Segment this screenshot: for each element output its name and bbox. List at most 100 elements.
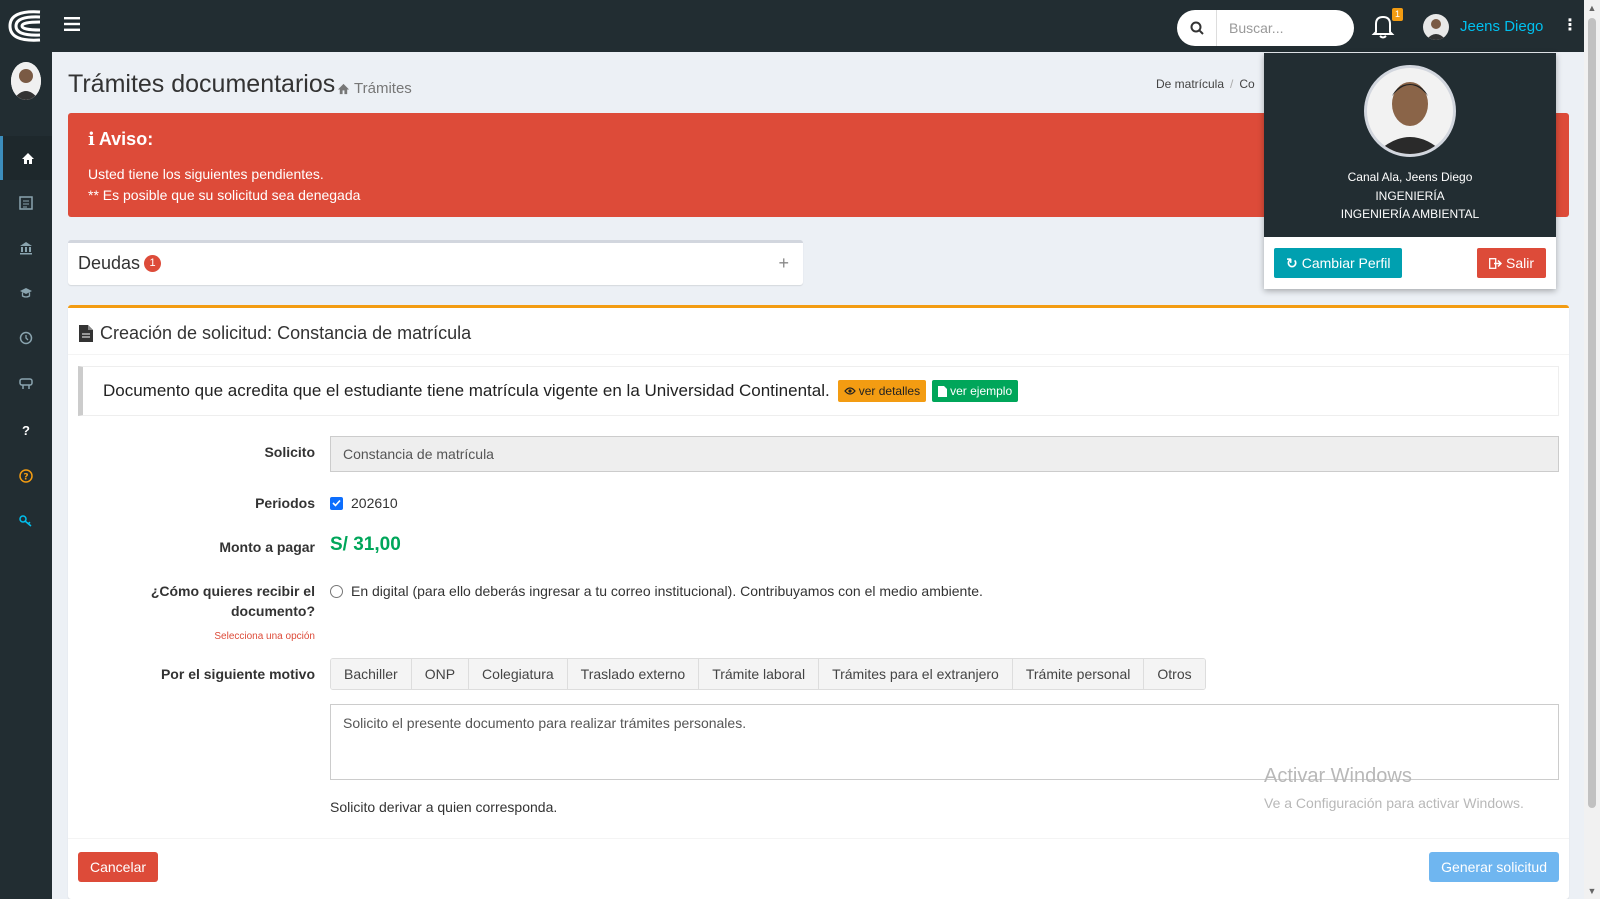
motivo-button[interactable]: Traslado externo — [567, 659, 700, 689]
ver-ejemplo-label: ver ejemplo — [950, 384, 1013, 398]
bank-icon — [20, 242, 32, 255]
search-icon[interactable] — [1177, 10, 1217, 46]
aviso-title-text: Aviso: — [98, 129, 154, 149]
key-icon — [19, 515, 32, 527]
scroll-up-icon[interactable]: ▲ — [1587, 3, 1597, 13]
salir-label: Salir — [1505, 255, 1534, 271]
sidebar-item-faq[interactable]: ? — [0, 408, 52, 452]
motivo-button[interactable]: Trámites para el extranjero — [819, 659, 1013, 689]
selecciona-opcion-error: Selecciona una opción — [214, 631, 315, 642]
profile-faculty: INGENIERÍA — [1375, 189, 1445, 203]
salir-button[interactable]: Salir — [1476, 248, 1546, 278]
divider — [68, 838, 1569, 839]
search-box — [1177, 10, 1354, 46]
document-icon — [79, 324, 93, 342]
solicito-label: Solicito — [264, 444, 315, 460]
top-navbar: 1 Jeens Diego ⋮ — [0, 0, 1584, 52]
scroll-down-icon[interactable]: ▼ — [1587, 886, 1597, 896]
history-icon — [19, 331, 33, 345]
grades-icon — [19, 196, 33, 210]
motivo-button-group: Bachiller ONP Colegiatura Traslado exter… — [330, 658, 1206, 690]
svg-text:?: ? — [23, 473, 28, 483]
derivar-text: Solicito derivar a quien corresponda. — [330, 799, 558, 815]
profile-dropdown: Canal Ala, Jeens Diego INGENIERÍA INGENI… — [1264, 53, 1556, 289]
breadcrumb-item[interactable]: De matrícula — [1156, 77, 1224, 91]
ver-detalles-label: ver detalles — [858, 384, 921, 398]
entrega-digital-option: En digital (para ello deberás ingresar a… — [330, 583, 983, 599]
monto-value: S/ 31,00 — [330, 534, 401, 555]
notifications-count-badge: 1 — [1392, 8, 1403, 21]
profile-header: Canal Ala, Jeens Diego INGENIERÍA INGENI… — [1264, 53, 1556, 237]
info-icon: i — [88, 129, 95, 150]
expand-plus-icon[interactable]: + — [778, 253, 789, 274]
solicito-field: Constancia de matrícula — [330, 436, 1559, 472]
periodo-checkbox[interactable] — [330, 496, 343, 510]
scroll-thumb[interactable] — [1588, 18, 1596, 808]
como-recibir-label: ¿Cómo quieres recibir el documento? — [151, 581, 315, 621]
refresh-icon: ↻ — [1286, 254, 1298, 271]
eye-icon — [843, 387, 856, 395]
motivo-button[interactable]: Trámite personal — [1012, 659, 1145, 689]
deudas-title-text: Deudas — [78, 253, 141, 273]
profile-photo — [1364, 65, 1456, 157]
question-icon: ? — [22, 422, 30, 438]
sidebar-item-grades[interactable] — [0, 181, 52, 225]
cambiar-perfil-button[interactable]: ↻ Cambiar Perfil — [1274, 248, 1403, 278]
motivo-button[interactable]: Colegiatura — [469, 659, 568, 689]
entrega-digital-radio[interactable] — [330, 584, 343, 598]
user-menu-name[interactable]: Jeens Diego — [1460, 18, 1543, 35]
deudas-count-badge: 1 — [144, 255, 162, 272]
left-sidebar: ? ? — [0, 52, 52, 899]
motivo-button[interactable]: Trámite laboral — [699, 659, 820, 689]
generar-solicitud-button[interactable]: Generar solicitud — [1429, 852, 1559, 882]
user-avatar[interactable] — [1423, 14, 1449, 40]
sidebar-item-support[interactable] — [0, 361, 52, 405]
form-header-text: Creación de solicitud: Constancia de mat… — [100, 322, 472, 343]
windows-activation-title: Activar Windows — [1264, 765, 1412, 787]
help-circle-icon: ? — [19, 469, 33, 483]
graduation-icon — [20, 288, 32, 298]
form-header: Creación de solicitud: Constancia de mat… — [78, 318, 471, 348]
sidebar-item-key[interactable] — [0, 499, 52, 543]
support-icon — [19, 377, 33, 389]
callout-text: Documento que acredita que el estudiante… — [103, 381, 830, 400]
sidebar-item-bank[interactable] — [0, 226, 52, 270]
periodo-value: 202610 — [351, 495, 398, 511]
como-recibir-line-1: ¿Cómo quieres recibir el — [150, 583, 315, 599]
profile-name: Canal Ala, Jeens Diego — [1347, 170, 1473, 184]
sidebar-item-help[interactable]: ? — [0, 454, 52, 498]
como-recibir-line-2: documento? — [231, 603, 315, 619]
logout-icon — [1489, 257, 1502, 269]
breadcrumb-item[interactable]: Co — [1239, 77, 1254, 91]
motivo-button[interactable]: Bachiller — [331, 659, 412, 689]
cambiar-perfil-label: Cambiar Perfil — [1301, 255, 1391, 271]
ver-ejemplo-button[interactable]: ver ejemplo — [932, 380, 1019, 402]
home-icon — [21, 152, 34, 164]
page-scrollbar[interactable]: ▲ ▼ — [1584, 0, 1600, 899]
deudas-box: Deudas 1 + — [68, 240, 803, 285]
ver-detalles-button[interactable]: ver detalles — [837, 380, 927, 402]
motivo-button[interactable]: ONP — [411, 659, 470, 689]
monto-label: Monto a pagar — [219, 539, 315, 555]
motivo-button[interactable]: Otros — [1144, 659, 1205, 689]
sidebar-item-graduation[interactable] — [0, 271, 52, 315]
profile-career: INGENIERÍA AMBIENTAL — [1340, 207, 1480, 221]
periodos-label: Periodos — [255, 495, 315, 511]
menu-toggle-icon[interactable] — [64, 14, 86, 36]
entrega-digital-label[interactable]: En digital (para ello deberás ingresar a… — [351, 583, 983, 599]
continental-logo-icon[interactable] — [6, 8, 46, 44]
cancel-button[interactable]: Cancelar — [78, 852, 159, 882]
sidebar-item-history[interactable] — [0, 316, 52, 360]
page-title: Trámites documentarios — [68, 70, 336, 98]
sidebar-item-home[interactable] — [0, 136, 52, 180]
search-input[interactable] — [1217, 11, 1347, 45]
periodo-option: 202610 — [330, 495, 398, 511]
file-icon — [938, 385, 948, 397]
home-icon — [337, 83, 350, 94]
page-subtitle-text: Trámites — [354, 80, 412, 97]
more-options-icon[interactable]: ⋮ — [1562, 16, 1578, 36]
motivo-label: Por el siguiente motivo — [160, 666, 315, 682]
divider — [68, 354, 1569, 355]
description-callout: Documento que acredita que el estudiante… — [78, 366, 1559, 416]
sidebar-avatar[interactable] — [11, 62, 41, 100]
